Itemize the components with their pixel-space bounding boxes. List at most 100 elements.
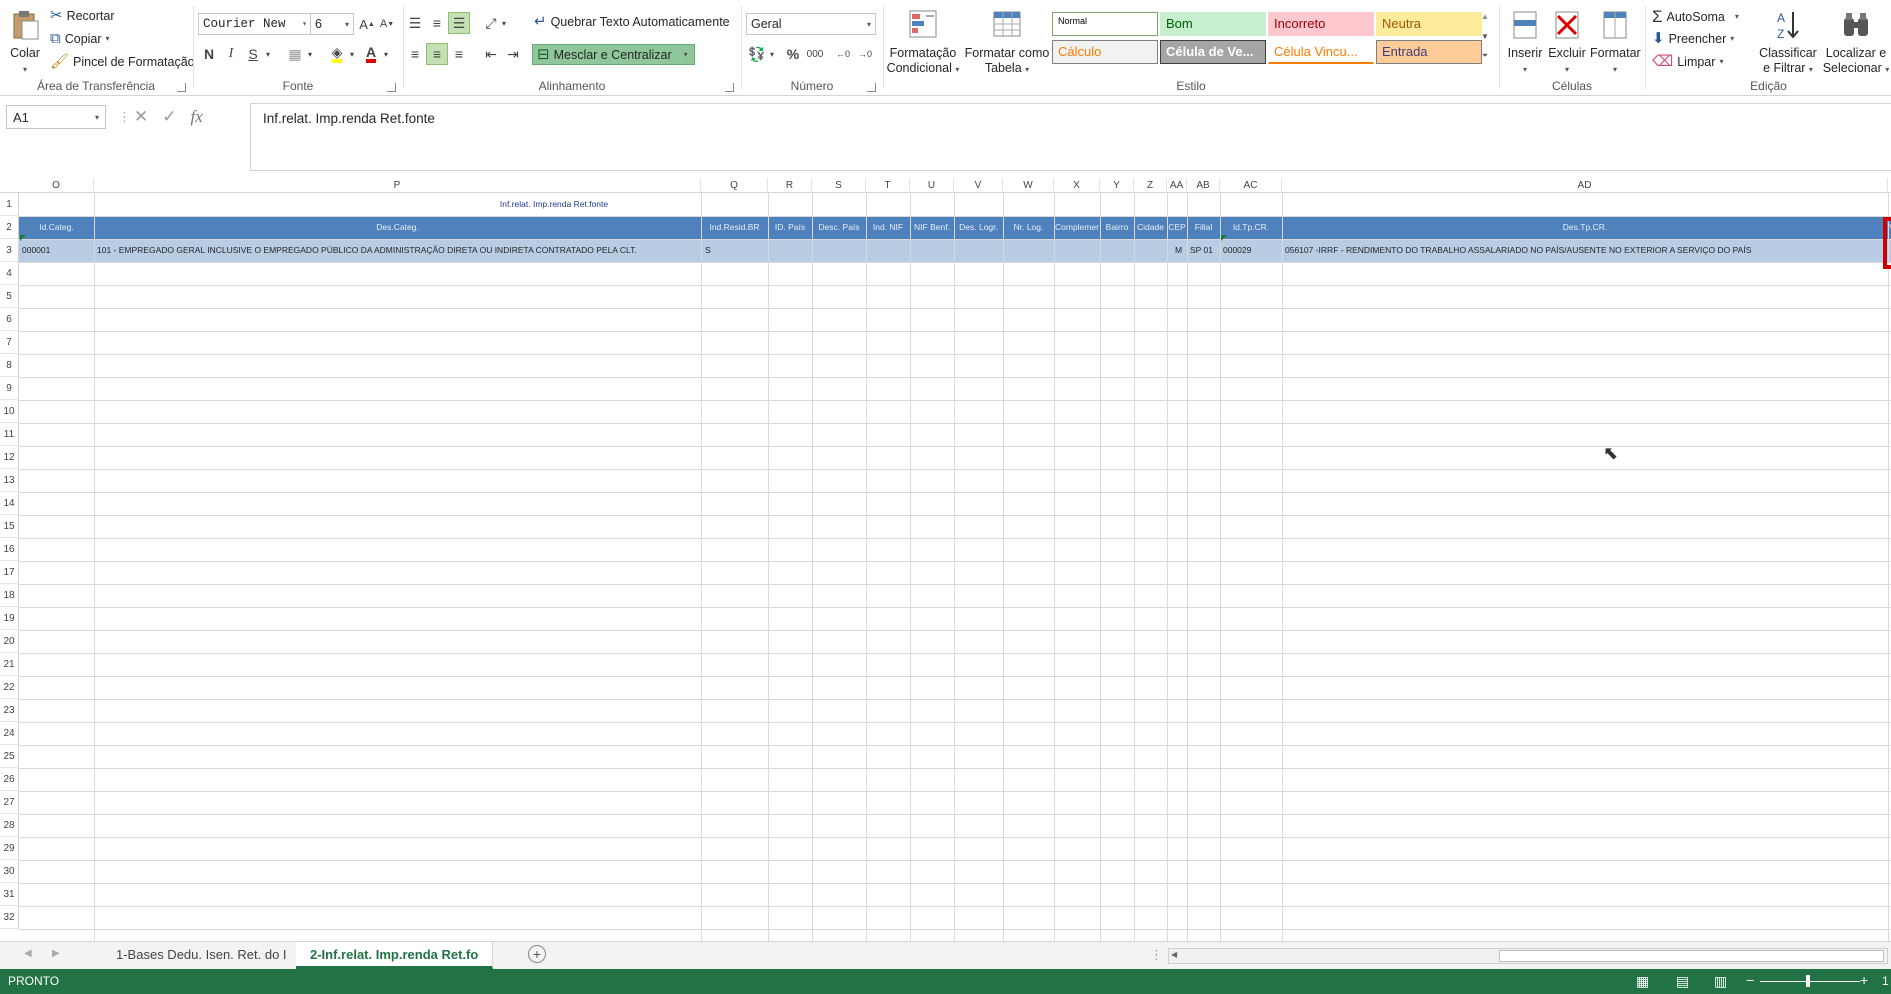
insert-cells-button[interactable]: Inserir ▾ <box>1504 8 1546 77</box>
row-header[interactable]: 8 <box>0 354 19 377</box>
insert-function-icon[interactable]: fx <box>191 107 203 127</box>
row-header[interactable]: 17 <box>0 561 19 584</box>
copy-button[interactable]: ⧉ Copiar ▾ <box>50 31 110 46</box>
clipboard-launcher-icon[interactable] <box>177 83 186 92</box>
column-header[interactable]: V <box>954 178 1003 193</box>
column-header[interactable]: U <box>910 178 954 193</box>
row-header[interactable]: 5 <box>0 285 19 308</box>
clear-button[interactable]: ⌫ Limpar ▾ <box>1652 54 1723 69</box>
cells-area[interactable]: Inf.relat. Imp.renda Ret.fonte Id.Categ. D… <box>19 193 1891 941</box>
gallery-more-icon[interactable]: ⏷ <box>1474 48 1496 64</box>
row-header[interactable]: 7 <box>0 331 19 354</box>
align-bottom-icon[interactable]: ☰ <box>448 12 470 34</box>
row-header[interactable]: 9 <box>0 377 19 400</box>
column-header[interactable]: T <box>866 178 910 193</box>
font-color-icon[interactable]: A <box>360 43 382 65</box>
row-header[interactable]: 31 <box>0 883 19 906</box>
row-header[interactable]: 11 <box>0 423 19 446</box>
cell-style-1[interactable]: Normal <box>1052 12 1158 36</box>
chevron-down-icon[interactable]: ▾ <box>380 43 392 65</box>
cell-style-7[interactable]: Célula Vincu... <box>1268 40 1374 64</box>
align-middle-icon[interactable]: ≡ <box>426 12 448 34</box>
align-left-icon[interactable]: ≡ <box>404 43 426 65</box>
row-header[interactable]: 26 <box>0 768 19 791</box>
page-break-view-icon[interactable]: ▥ <box>1714 973 1727 990</box>
zoom-out-icon[interactable]: − <box>1746 972 1754 988</box>
name-box[interactable]: A1 ▾ <box>6 105 106 129</box>
row-header[interactable]: 21 <box>0 653 19 676</box>
column-header[interactable]: P <box>94 178 701 193</box>
format-as-table-button[interactable]: Formatar como Tabela ▾ <box>962 8 1052 77</box>
tab-scroll-left-icon[interactable]: ◀ <box>24 948 32 959</box>
zoom-slider[interactable] <box>1760 981 1860 982</box>
formula-bar-grip-icon[interactable]: ⋮ <box>118 109 131 125</box>
sort-filter-button[interactable]: A Z Classificar e Filtrar ▾ <box>1756 8 1820 77</box>
column-header[interactable]: O <box>19 178 94 193</box>
row-header[interactable]: 30 <box>0 860 19 883</box>
font-name-select[interactable]: Courier New ▾ <box>198 13 312 35</box>
row-header[interactable]: 28 <box>0 814 19 837</box>
column-header[interactable]: Z <box>1134 178 1167 193</box>
row-header[interactable]: 15 <box>0 515 19 538</box>
zoom-slider-thumb[interactable] <box>1806 975 1810 987</box>
row-header[interactable]: 10 <box>0 400 19 423</box>
underline-button[interactable]: S <box>242 43 264 65</box>
merge-center-button[interactable]: ⊟ Mesclar e Centralizar ▾ <box>532 44 695 65</box>
italic-button[interactable]: I <box>220 43 242 65</box>
column-header[interactable]: Q <box>701 178 768 193</box>
shrink-font-icon[interactable]: A ▼ <box>376 13 398 35</box>
chevron-down-icon[interactable]: ▾ <box>304 43 316 65</box>
column-header[interactable]: W <box>1003 178 1054 193</box>
row-header[interactable]: 1 <box>0 193 19 216</box>
horizontal-scrollbar[interactable]: ◀ <box>1168 948 1888 964</box>
row-header[interactable]: 18 <box>0 584 19 607</box>
alignment-launcher-icon[interactable] <box>725 83 734 92</box>
cell-style-3[interactable]: Incorreto <box>1268 12 1374 36</box>
row-header[interactable]: 19 <box>0 607 19 630</box>
number-format-select[interactable]: Geral ▾ <box>746 13 876 35</box>
error-indicator-icon[interactable] <box>1221 235 1227 241</box>
align-right-icon[interactable]: ≡ <box>448 43 470 65</box>
fill-color-icon[interactable]: ◈ <box>326 43 348 65</box>
horizontal-scrollbar-thumb[interactable] <box>1499 950 1884 962</box>
column-header[interactable]: S <box>812 178 866 193</box>
row-header[interactable]: 4 <box>0 262 19 285</box>
find-select-button[interactable]: Localizar e Selecionar ▾ <box>1822 8 1890 77</box>
grow-font-icon[interactable]: A ▲ <box>356 13 378 35</box>
font-size-select[interactable]: 6 ▾ <box>310 13 354 35</box>
row-header[interactable]: 24 <box>0 722 19 745</box>
thousands-button[interactable]: 000 <box>804 43 826 65</box>
tab-split-grip-icon[interactable]: ⋮ <box>1150 947 1163 963</box>
chevron-down-icon[interactable]: ▾ <box>498 12 510 34</box>
row-header[interactable]: 22 <box>0 676 19 699</box>
chevron-down-icon[interactable]: ▾ <box>346 43 358 65</box>
cell-style-2[interactable]: Bom <box>1160 12 1266 36</box>
row-header[interactable]: 12 <box>0 446 19 469</box>
number-launcher-icon[interactable] <box>867 83 876 92</box>
sheet-tab-1[interactable]: 1-Bases Dedu. Isen. Ret. do I <box>102 942 302 969</box>
currency-icon[interactable]: 💱 <box>746 43 768 65</box>
column-header[interactable]: Y <box>1100 178 1134 193</box>
zoom-in-icon[interactable]: + <box>1860 972 1868 988</box>
gallery-down-icon[interactable]: ▼ <box>1474 28 1496 44</box>
column-header[interactable]: AC <box>1220 178 1282 193</box>
row-header[interactable]: 29 <box>0 837 19 860</box>
row-header[interactable]: 16 <box>0 538 19 561</box>
delete-cells-button[interactable]: Excluir ▾ <box>1546 8 1588 77</box>
row-header[interactable]: 13 <box>0 469 19 492</box>
cut-button[interactable]: ✂ Recortar <box>50 8 115 23</box>
bold-button[interactable]: N <box>198 43 220 65</box>
format-painter-button[interactable]: 🖌 Pincel de Formatação <box>50 54 195 69</box>
normal-view-icon[interactable]: ▦ <box>1636 973 1649 990</box>
row-header[interactable]: 14 <box>0 492 19 515</box>
increase-indent-icon[interactable]: ⇥ <box>502 43 524 65</box>
row-header[interactable]: 20 <box>0 630 19 653</box>
fill-button[interactable]: ⬇ Preencher ▾ <box>1652 31 1734 46</box>
enter-icon[interactable]: ✓ <box>162 107 176 127</box>
column-header[interactable]: R <box>768 178 812 193</box>
row-header[interactable]: 25 <box>0 745 19 768</box>
row-header[interactable]: 6 <box>0 308 19 331</box>
align-top-icon[interactable]: ☰ <box>404 12 426 34</box>
cell-style-6[interactable]: Célula de Ve... <box>1160 40 1266 64</box>
error-indicator-icon[interactable] <box>20 235 26 241</box>
